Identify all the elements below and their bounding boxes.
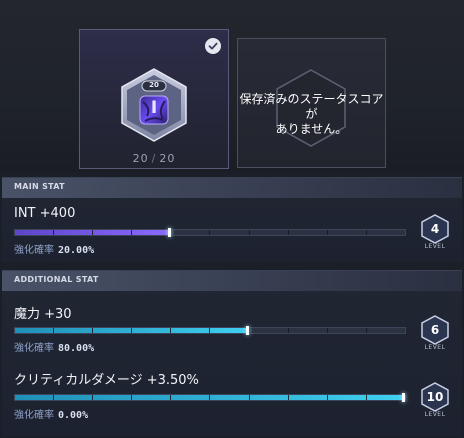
additional-stat-rate-label: 強化確率 (14, 343, 54, 354)
main-stat-rate-value: 20.00% (58, 245, 95, 256)
additional-stat-progress-tip (246, 326, 249, 335)
main-stat-level-number: 4 (430, 222, 440, 236)
additional-stat-rate: 強化確率 0.00% (14, 406, 88, 421)
additional-stat-progress-tip (402, 393, 405, 402)
additional-stat-label: 魔力 +30 (14, 307, 72, 322)
header-backdrop (0, 0, 464, 172)
main-stat-header: MAIN STAT (2, 178, 462, 198)
additional-stat-level-label: LEVEL (424, 344, 446, 351)
core-count-max: 20 (159, 152, 176, 165)
core-count-separator: / (151, 152, 157, 165)
additional-stat-level: 10 LEVEL (416, 382, 454, 418)
check-icon (205, 38, 221, 54)
additional-stat-level-number: 6 (430, 323, 440, 337)
main-stat-panel: MAIN STAT INT +400 強化確率 20.00% 4 LEVEL (2, 177, 462, 262)
core-count: 20/20 (79, 152, 229, 165)
main-stat-rate-label: 強化確率 (14, 245, 54, 256)
additional-stat-rate-label: 強化確率 (14, 410, 54, 421)
main-stat-label: INT +400 (14, 206, 76, 221)
additional-stat-level-number: 10 (426, 390, 444, 404)
additional-stat-header: ADDITIONAL STAT (2, 271, 462, 291)
additional-stat-level: 6 LEVEL (416, 315, 454, 351)
additional-stat-level-label: LEVEL (424, 411, 446, 418)
empty-slot-message-line1: 保存済みのステータスコアが (239, 92, 384, 121)
main-stat-header-label: MAIN STAT (14, 182, 65, 191)
empty-slot-message: 保存済みのステータスコアが ありません。 (237, 92, 386, 137)
progress-segments (15, 395, 405, 400)
progress-segments (15, 230, 405, 235)
additional-stat-rate: 強化確率 80.00% (14, 339, 94, 354)
main-stat-rate: 強化確率 20.00% (14, 241, 94, 256)
core-glyph: I (150, 98, 158, 118)
additional-stat-rate-value: 80.00% (58, 343, 95, 354)
additional-stat-rate-value: 0.00% (58, 410, 89, 421)
empty-slot-message-line2: ありません。 (275, 122, 348, 136)
additional-stat-label: クリティカルダメージ +3.50% (14, 373, 199, 388)
additional-stat-panel: ADDITIONAL STAT 魔力 +30 強化確率 80.00% 6 LEVE… (2, 270, 462, 436)
main-stat-level-label: LEVEL (424, 243, 446, 250)
additional-stat-progress-bar (14, 326, 406, 335)
core-count-current: 20 (132, 152, 149, 165)
progress-segments (15, 328, 405, 333)
main-stat-level: 4 LEVEL (416, 214, 454, 250)
additional-stat-progress-bar (14, 393, 406, 402)
additional-stat-header-label: ADDITIONAL STAT (14, 275, 99, 284)
main-stat-progress-bar (14, 228, 406, 237)
main-stat-progress-tip (168, 228, 171, 237)
core-badge-number: 20 (149, 81, 159, 89)
